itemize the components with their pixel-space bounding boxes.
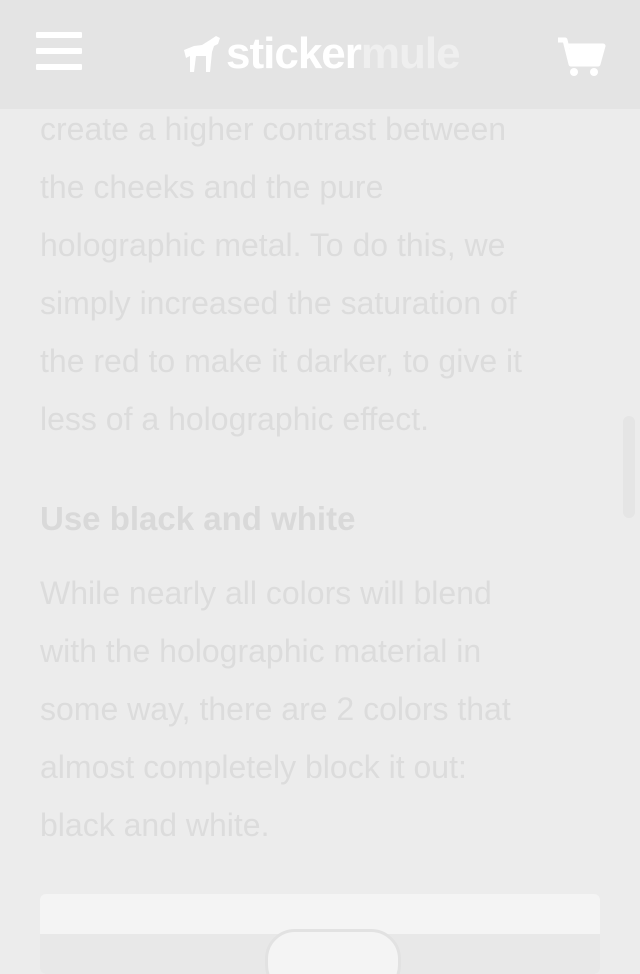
top-navigation-bar: stickermule bbox=[0, 0, 640, 109]
stickermule-logo[interactable]: stickermule bbox=[180, 26, 461, 82]
scrollbar-thumb[interactable] bbox=[623, 416, 635, 518]
mule-icon bbox=[184, 36, 220, 72]
logo-text-sticker: sticker bbox=[226, 29, 362, 78]
text-line: the red to make it darker, to give it bbox=[40, 343, 523, 379]
text-line: simply increased the saturation of bbox=[40, 285, 517, 321]
text-line: almost completely block it out: bbox=[40, 749, 467, 785]
shopping-cart-icon[interactable] bbox=[556, 36, 606, 78]
text-line: While nearly all colors will blend bbox=[40, 575, 492, 611]
text-line: with the holographic material in bbox=[40, 633, 482, 669]
text-line: black and white. bbox=[40, 807, 270, 843]
text-line: holographic metal. To do this, we bbox=[40, 227, 506, 263]
article-paragraph: While nearly all colors will blend with … bbox=[40, 564, 610, 854]
hamburger-menu-icon[interactable] bbox=[36, 32, 82, 74]
article-content: create a higher contrast between the che… bbox=[40, 100, 610, 854]
text-line: less of a holographic effect. bbox=[40, 401, 429, 437]
image-sticker-shape bbox=[265, 929, 401, 974]
article-image bbox=[40, 894, 600, 974]
section-heading: Use black and white bbox=[40, 500, 356, 537]
text-line: some way, there are 2 colors that bbox=[40, 691, 511, 727]
logo-text-mule: mule bbox=[360, 29, 461, 78]
text-line: the cheeks and the pure bbox=[40, 169, 384, 205]
article-paragraph: create a higher contrast between the che… bbox=[40, 100, 610, 448]
